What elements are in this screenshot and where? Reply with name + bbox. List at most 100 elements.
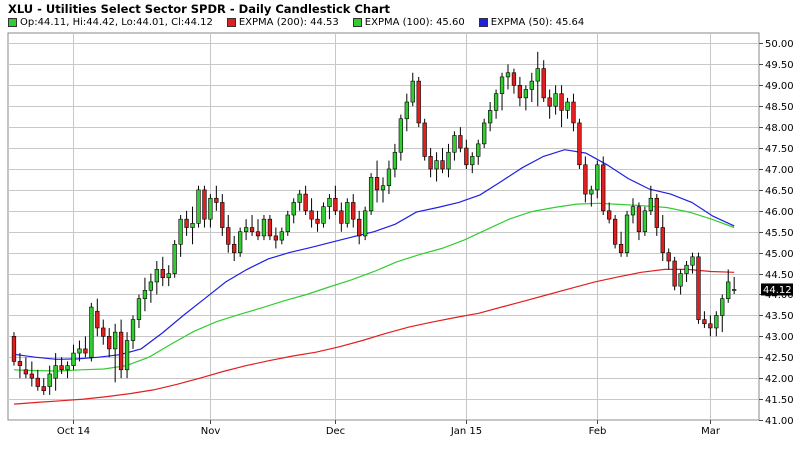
candle-body xyxy=(130,319,136,341)
y-tick-label: 46.50 xyxy=(765,186,794,197)
candle-body xyxy=(714,315,719,329)
candle-body xyxy=(65,365,70,371)
y-tick-label: 41.50 xyxy=(765,395,794,406)
candle-body xyxy=(178,218,183,245)
y-tick-label: 42.50 xyxy=(765,353,794,364)
candle-body xyxy=(535,68,540,82)
candle-body xyxy=(83,348,88,354)
candle-body xyxy=(333,197,338,212)
candle-body xyxy=(255,231,261,237)
candle-body xyxy=(232,243,237,253)
candle-body xyxy=(434,160,439,170)
candle-body xyxy=(666,252,671,262)
candle-body xyxy=(708,323,713,329)
candle-body xyxy=(184,218,189,228)
candle-body xyxy=(493,93,499,111)
candle-body xyxy=(303,193,308,212)
candle-body xyxy=(89,306,94,358)
x-tick-label: Oct 14 xyxy=(57,426,90,437)
candle-body xyxy=(202,189,207,220)
candle-body xyxy=(368,177,374,212)
candle-body xyxy=(612,218,618,245)
candlestick-chart: 41.0041.5042.0042.5043.0043.5044.0044.50… xyxy=(7,32,794,437)
candle-body xyxy=(327,197,332,207)
candle-body xyxy=(648,197,653,212)
candle-body xyxy=(261,218,267,237)
candle-body xyxy=(404,101,409,120)
y-tick-label: 44.50 xyxy=(765,270,794,281)
y-tick-label: 49.00 xyxy=(765,81,794,92)
candle-body xyxy=(446,151,451,170)
candle-body xyxy=(678,273,683,287)
y-tick-label: 42.00 xyxy=(765,374,794,385)
x-tick-label: Feb xyxy=(589,426,607,437)
candle-body xyxy=(374,177,380,191)
candle-body xyxy=(71,352,76,366)
candle-body xyxy=(547,97,552,107)
candle-body xyxy=(309,210,314,220)
candle-body xyxy=(190,223,195,228)
candle-body xyxy=(589,189,594,195)
candle-body xyxy=(684,264,689,274)
candle-body xyxy=(357,218,362,237)
y-tick-label: 46.00 xyxy=(765,207,794,218)
candle-body xyxy=(59,365,64,371)
y-tick-label: 45.00 xyxy=(765,249,794,260)
candle-body xyxy=(392,151,398,170)
candle-body xyxy=(41,386,46,392)
candle-body xyxy=(642,210,648,233)
candle-body xyxy=(297,193,302,203)
candle-body xyxy=(529,80,534,90)
candle-body xyxy=(321,206,326,224)
candle-body xyxy=(452,135,457,153)
candle-body xyxy=(142,290,148,299)
candle-body xyxy=(720,298,725,316)
candle-body xyxy=(571,101,576,124)
candle-body xyxy=(660,227,665,253)
y-tick-label: 43.00 xyxy=(765,332,794,343)
candle-body xyxy=(208,197,213,220)
candle-body xyxy=(636,206,642,233)
y-tick-label: 43.50 xyxy=(765,311,794,322)
candle-body xyxy=(422,122,427,157)
y-tick-label: 48.50 xyxy=(765,102,794,113)
candle-body xyxy=(654,197,659,228)
candle-body xyxy=(565,101,570,111)
candle-body xyxy=(511,72,517,86)
candle-body xyxy=(196,189,201,224)
candle-body xyxy=(523,89,528,99)
candle-body xyxy=(464,147,469,166)
candle-body xyxy=(11,336,17,362)
candle-body xyxy=(243,227,249,233)
candle-body xyxy=(351,202,356,220)
candle-body xyxy=(101,327,106,337)
candle-body xyxy=(220,202,225,228)
candle-body xyxy=(273,235,279,241)
candle-body xyxy=(416,80,421,124)
candle-body xyxy=(470,156,475,166)
candle-body xyxy=(386,168,392,187)
candle-body xyxy=(53,365,58,379)
candle-body xyxy=(541,68,546,99)
x-tick-label: Dec xyxy=(326,426,345,437)
candle-body xyxy=(285,214,290,233)
candle-body xyxy=(487,110,493,124)
candle-body xyxy=(517,84,523,99)
candle-body xyxy=(672,260,677,287)
y-tick-label: 49.50 xyxy=(765,60,794,71)
candle-body xyxy=(238,231,243,253)
y-tick-label: 45.50 xyxy=(765,228,794,239)
candle-body xyxy=(267,218,273,237)
y-tick-label: 41.00 xyxy=(765,416,794,427)
candle-body xyxy=(148,281,154,291)
candle-body xyxy=(160,269,165,279)
candle-body xyxy=(345,202,350,224)
candle-body xyxy=(583,164,588,195)
candle-body xyxy=(559,93,564,111)
candle-body xyxy=(35,377,40,387)
candle-body xyxy=(482,122,487,145)
x-tick-label: Mar xyxy=(701,426,721,437)
candle-body xyxy=(17,361,23,366)
candle-body xyxy=(279,231,284,241)
y-tick-label: 47.00 xyxy=(765,165,794,176)
